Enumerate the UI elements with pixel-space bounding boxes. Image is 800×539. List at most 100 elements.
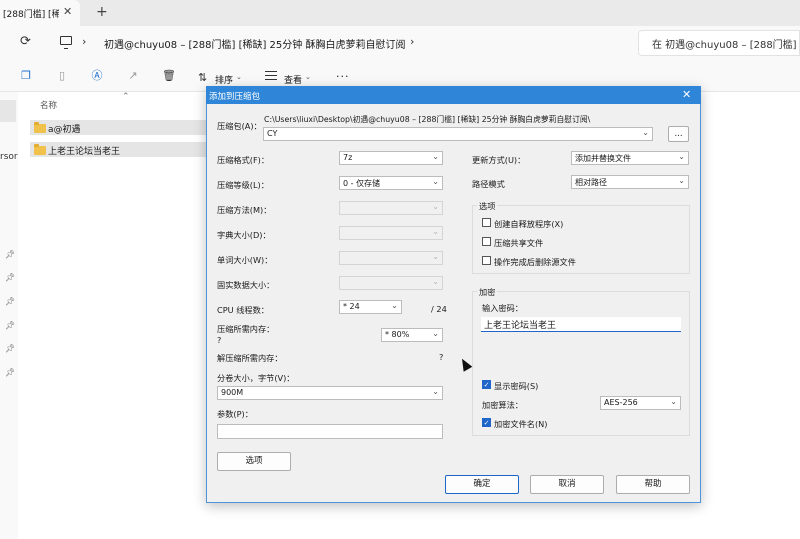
pin-icon: 📌︎	[5, 368, 16, 377]
password-label: 输入密码：	[482, 303, 523, 313]
chevron-down-icon[interactable]: ⌄	[678, 176, 685, 185]
share-icon[interactable]: ↗	[127, 70, 139, 82]
params-input[interactable]	[217, 424, 443, 439]
cpu-label: CPU 线程数：	[217, 305, 269, 315]
level-label: 压缩等级(L)：	[217, 180, 269, 190]
word-label: 单词大小(W)：	[217, 255, 273, 265]
enc-method-label: 加密算法：	[482, 400, 523, 410]
chevron-down-icon: ⌄	[432, 252, 439, 261]
pathmode-value[interactable]: 相对路径	[575, 178, 607, 187]
pathmode-select[interactable]: 相对路径 ⌄	[571, 175, 689, 189]
split-select[interactable]: 900M ⌄	[217, 386, 443, 400]
mem-comp-value[interactable]: * 80%	[385, 330, 409, 339]
view-button[interactable]: 查看	[284, 73, 302, 86]
cpu-select[interactable]: * 24 ⌄	[339, 300, 402, 314]
column-header-name[interactable]: 名称	[40, 99, 57, 111]
chevron-down-icon: ⌄	[305, 73, 311, 81]
browser-tab-strip	[0, 0, 800, 26]
archive-name-value[interactable]: CY	[267, 129, 277, 138]
dialog-titlebar[interactable]	[206, 86, 701, 104]
pin-icon: 📌︎	[5, 250, 16, 259]
method-label: 压缩方法(M)：	[217, 205, 272, 215]
delete-icon[interactable]: 🗑︎	[162, 70, 176, 82]
update-select[interactable]: 添加并替换文件 ⌄	[571, 151, 689, 165]
options-group-title: 选项	[477, 200, 498, 212]
delete-after-checkbox[interactable]	[482, 256, 491, 265]
method-select: ⌄	[339, 201, 443, 215]
update-value[interactable]: 添加并替换文件	[575, 154, 631, 163]
folder-icon	[34, 122, 46, 133]
dialog-close-icon[interactable]: ✕	[682, 88, 691, 101]
sort-icon[interactable]: ⇅	[198, 71, 207, 84]
chevron-down-icon[interactable]: ⌄	[432, 329, 439, 338]
show-password-label[interactable]: 显示密码(S)	[494, 380, 538, 392]
encrypt-names-label[interactable]: 加密文件名(N)	[494, 418, 547, 430]
cancel-button[interactable]: 取消	[530, 475, 604, 494]
archive-path: C:\Users\liuxi\Desktop\初遇@chuyu08 – [288…	[264, 115, 591, 124]
monitor-icon[interactable]	[60, 36, 72, 49]
params-label: 参数(P)：	[217, 409, 253, 419]
chevron-right-icon[interactable]: ›	[410, 35, 414, 48]
archive-name-combo[interactable]: CY ⌄	[263, 127, 653, 141]
level-value[interactable]: 0 - 仅存储	[343, 179, 380, 188]
update-label: 更新方式(U)：	[472, 155, 526, 165]
dialog-title: 添加到压缩包	[209, 92, 261, 102]
view-icon[interactable]	[265, 71, 277, 80]
sfx-label[interactable]: 创建自释放程序(X)	[494, 218, 563, 230]
new-tab-icon[interactable]: +	[96, 4, 108, 20]
more-icon[interactable]: ···	[336, 70, 350, 83]
chevron-down-icon[interactable]: ⌄	[432, 387, 439, 396]
show-password-checkbox[interactable]: ✓	[482, 380, 491, 389]
cpu-value[interactable]: * 24	[343, 302, 360, 311]
chevron-down-icon[interactable]: ⌄	[678, 152, 685, 161]
ok-button[interactable]: 确定	[445, 475, 519, 494]
copy-icon[interactable]: ❐	[20, 70, 32, 82]
dict-label: 字典大小(D)：	[217, 230, 271, 240]
chevron-down-icon[interactable]: ⌄	[391, 301, 398, 310]
folder-icon	[34, 144, 46, 155]
browse-button[interactable]: ...	[668, 126, 689, 142]
refresh-icon[interactable]: ⟳	[20, 34, 31, 49]
solid-label: 固实数据大小：	[217, 280, 275, 290]
mem-comp-question: ?	[217, 335, 222, 345]
list-item-label[interactable]: a@初遇	[48, 122, 81, 135]
format-select[interactable]: 7z ⌄	[339, 151, 443, 165]
shared-checkbox[interactable]	[482, 237, 491, 246]
paste-icon[interactable]: ▯	[56, 70, 68, 82]
options-button[interactable]: 选项	[217, 452, 291, 471]
shared-label[interactable]: 压缩共享文件	[494, 237, 543, 249]
help-button[interactable]: 帮助	[616, 475, 690, 494]
cpu-max: / 24	[431, 304, 447, 314]
format-value[interactable]: 7z	[343, 153, 352, 162]
password-input[interactable]: 上老王论坛当老王	[481, 317, 681, 332]
nav-item-label[interactable]: rsor	[0, 152, 18, 162]
pin-icon: 📌︎	[5, 344, 16, 353]
pin-icon: 📌︎	[5, 273, 16, 282]
nav-selected-item[interactable]	[0, 100, 16, 122]
chevron-down-icon[interactable]: ⌄	[670, 397, 677, 406]
split-value[interactable]: 900M	[221, 388, 243, 397]
rename-icon[interactable]: Ⓐ	[91, 70, 103, 82]
mem-comp-select[interactable]: * 80% ⌄	[381, 328, 443, 342]
chevron-down-icon[interactable]: ⌄	[432, 177, 439, 186]
split-label: 分卷大小，字节(V)：	[217, 373, 295, 383]
sfx-checkbox[interactable]	[482, 218, 491, 227]
list-item-label[interactable]: 上老王论坛当老王	[48, 144, 120, 157]
enc-method-select[interactable]: AES-256 ⌄	[600, 396, 681, 410]
chevron-down-icon[interactable]: ⌄	[432, 152, 439, 161]
chevron-down-icon: ⌄	[432, 227, 439, 236]
level-select[interactable]: 0 - 仅存储 ⌄	[339, 176, 443, 190]
breadcrumb-folder[interactable]: 初遇@chuyu08 – [288门槛] [稀缺] 25分钟 酥胸白虎萝莉自慰订…	[104, 36, 405, 51]
tab-title[interactable]: [288门槛] [稀	[3, 7, 59, 20]
pathmode-label: 路径模式	[472, 179, 505, 189]
sort-caret-icon: ⌃	[122, 92, 130, 102]
chevron-down-icon[interactable]: ⌄	[642, 128, 649, 137]
chevron-right-icon[interactable]: ›	[82, 35, 86, 48]
chevron-down-icon: ⌄	[432, 277, 439, 286]
sort-button[interactable]: 排序	[215, 73, 233, 86]
delete-after-label[interactable]: 操作完成后删除源文件	[494, 256, 576, 268]
enc-method-value[interactable]: AES-256	[604, 398, 638, 407]
encrypt-names-checkbox[interactable]: ✓	[482, 418, 491, 427]
tab-close-icon[interactable]: ✕	[63, 5, 72, 18]
solid-select: ⌄	[339, 276, 443, 290]
